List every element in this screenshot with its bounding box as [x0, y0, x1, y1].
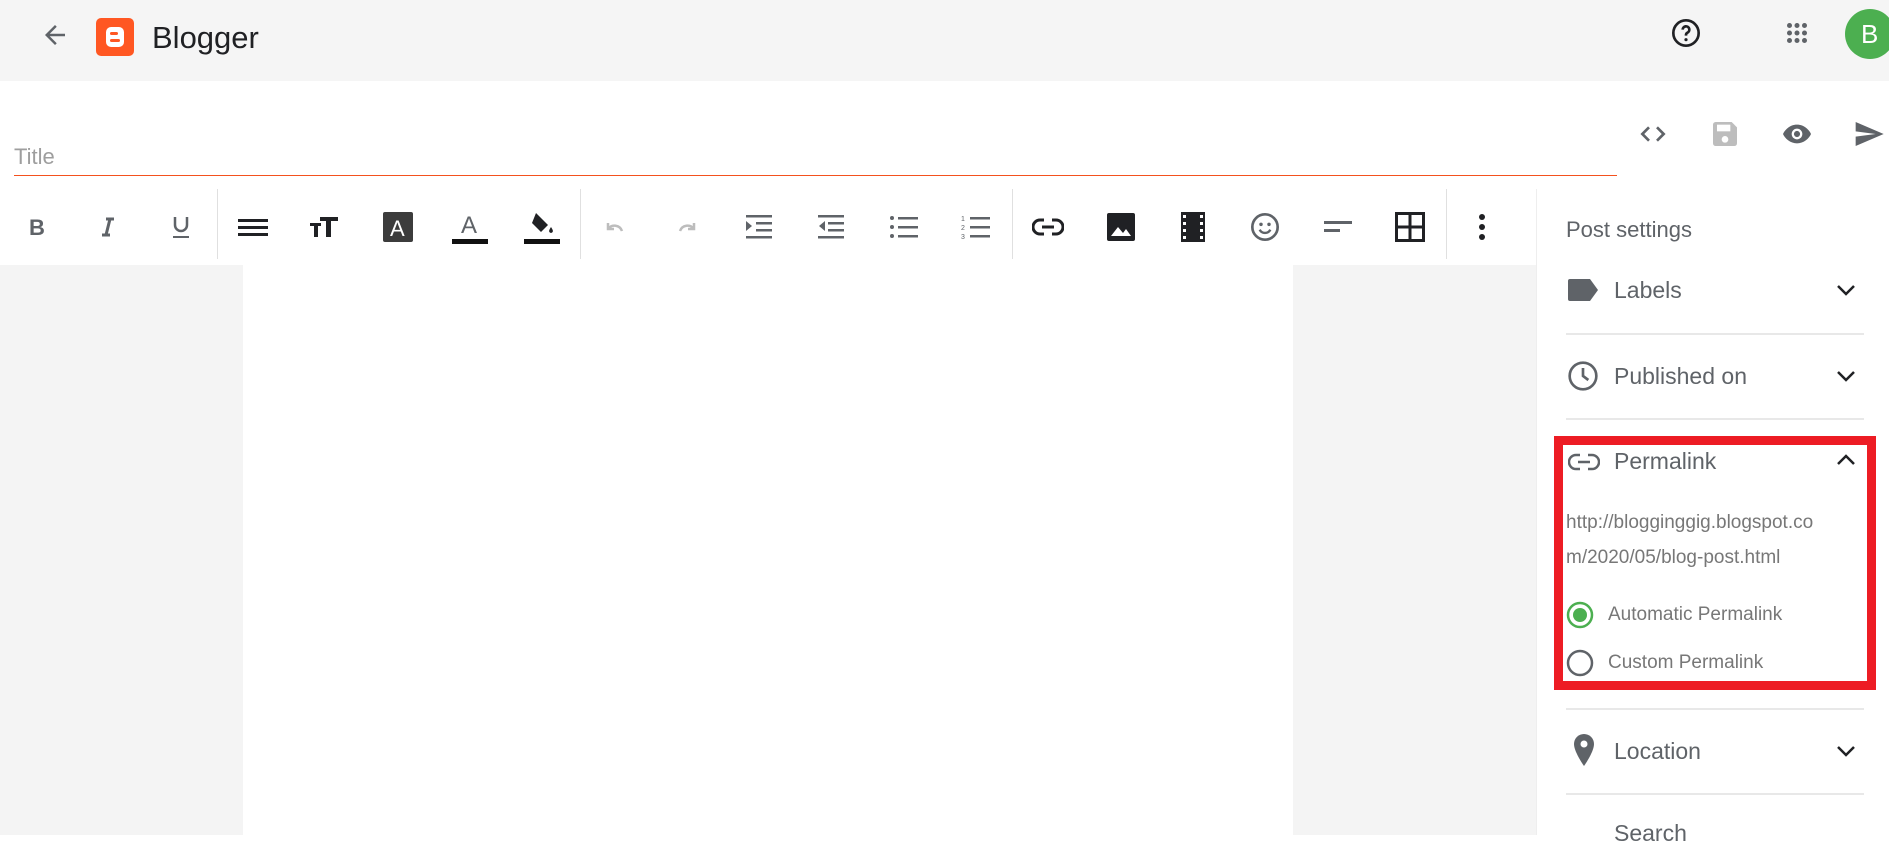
title-input[interactable]	[14, 138, 1617, 176]
custom-permalink-radio[interactable]: Custom Permalink	[1566, 648, 1856, 678]
blogger-logo[interactable]	[96, 18, 134, 56]
text-style-icon[interactable]: A	[378, 207, 418, 247]
search-description-label[interactable]: Search	[1614, 820, 1687, 847]
html-view-icon[interactable]	[1637, 118, 1669, 150]
paragraph-icon[interactable]	[1318, 207, 1358, 247]
brand-name: Blogger	[152, 20, 259, 55]
emoji-icon[interactable]	[1245, 207, 1285, 247]
outdent-icon[interactable]	[811, 207, 851, 247]
font-size-icon[interactable]	[305, 207, 345, 247]
automatic-permalink-label: Automatic Permalink	[1608, 604, 1783, 625]
svg-text:A: A	[390, 216, 405, 241]
svg-text:B: B	[29, 215, 45, 239]
location-label: Location	[1614, 738, 1701, 764]
link-icon	[1568, 453, 1600, 471]
underline-icon[interactable]	[161, 207, 201, 247]
chevron-up-icon[interactable]	[1834, 452, 1858, 468]
bold-icon[interactable]: B	[16, 207, 56, 247]
bulleted-list-icon[interactable]	[884, 207, 924, 247]
highlight-color-icon[interactable]	[522, 207, 562, 247]
chevron-down-icon[interactable]	[1834, 743, 1858, 759]
labels-section[interactable]: Labels	[1566, 274, 1864, 308]
automatic-permalink-radio[interactable]: Automatic Permalink	[1566, 600, 1856, 630]
svg-text:A: A	[461, 212, 477, 239]
help-icon[interactable]	[1670, 17, 1702, 49]
image-icon[interactable]	[1101, 207, 1141, 247]
permalink-url-line2: m/2020/05/blog-post.html	[1566, 547, 1781, 568]
save-icon[interactable]	[1709, 118, 1741, 150]
table-icon[interactable]	[1390, 207, 1430, 247]
align-icon[interactable]	[233, 207, 273, 247]
permalink-label: Permalink	[1614, 448, 1717, 474]
undo-icon[interactable]	[595, 207, 635, 247]
chevron-down-icon[interactable]	[1834, 282, 1858, 298]
redo-icon[interactable]	[667, 207, 707, 247]
formatting-toolbar: B A A 1 2 3	[0, 189, 1536, 265]
location-pin-icon	[1574, 734, 1594, 766]
publish-icon[interactable]	[1852, 118, 1886, 150]
avatar-letter: B	[1861, 19, 1879, 49]
location-section[interactable]: Location	[1566, 734, 1864, 768]
published-on-section[interactable]: Published on	[1566, 359, 1864, 393]
post-body-editor[interactable]	[243, 265, 1293, 835]
labels-label: Labels	[1614, 277, 1682, 303]
more-options-icon[interactable]	[1462, 207, 1502, 247]
app-header	[0, 0, 1889, 81]
italic-icon[interactable]	[88, 207, 128, 247]
avatar[interactable]: B	[1845, 9, 1889, 59]
numbered-list-icon[interactable]: 1 2 3	[956, 207, 996, 247]
video-icon[interactable]	[1173, 207, 1213, 247]
svg-text:2: 2	[961, 225, 965, 232]
link-icon[interactable]	[1028, 207, 1068, 247]
preview-icon[interactable]	[1781, 118, 1813, 150]
apps-grid-icon[interactable]	[1782, 18, 1812, 48]
back-arrow-icon[interactable]	[40, 20, 70, 50]
indent-icon[interactable]	[739, 207, 779, 247]
text-color-icon[interactable]: A	[450, 207, 490, 247]
svg-text:3: 3	[961, 234, 965, 240]
svg-text:1: 1	[961, 216, 965, 223]
permalink-section-header[interactable]: Permalink	[1566, 445, 1864, 479]
post-settings-title: Post settings	[1566, 217, 1692, 242]
permalink-url-line1: http://blogginggig.blogspot.co	[1566, 512, 1814, 533]
chevron-down-icon[interactable]	[1834, 368, 1858, 384]
clock-icon	[1568, 361, 1598, 391]
published-on-label: Published on	[1614, 363, 1747, 389]
custom-permalink-label: Custom Permalink	[1608, 652, 1764, 673]
